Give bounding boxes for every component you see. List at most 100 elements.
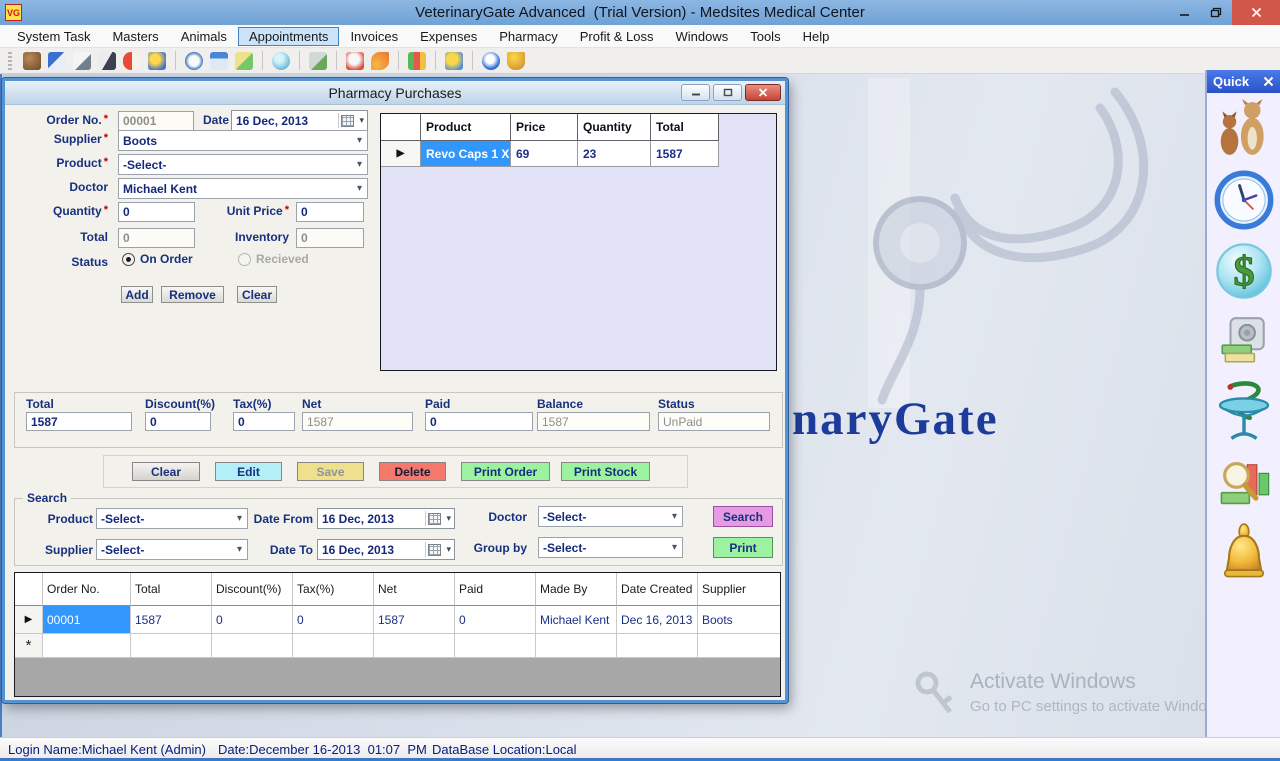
menu-item-system-task[interactable]: System Task <box>6 27 101 46</box>
toolbar-prescription-icon[interactable] <box>73 52 91 70</box>
remove-button[interactable]: Remove <box>161 286 224 303</box>
cell-date-created[interactable]: Dec 16, 2013 <box>617 606 698 634</box>
totals-total-field[interactable] <box>26 412 132 431</box>
menu-item-tools[interactable]: Tools <box>739 27 791 46</box>
toolbar-expenses-icon[interactable] <box>408 52 426 70</box>
menu-item-masters[interactable]: Masters <box>101 27 169 46</box>
toolbar-medicine-icon[interactable] <box>123 52 141 70</box>
cell-discount[interactable]: 0 <box>212 606 293 634</box>
print-stock-button[interactable]: Print Stock <box>561 462 650 481</box>
main-title-bar[interactable]: VG VeterinaryGate Advanced (Trial Versio… <box>0 0 1280 25</box>
column-header-total[interactable]: Total <box>131 573 212 606</box>
clear-button[interactable]: Clear <box>132 462 200 481</box>
menu-item-help[interactable]: Help <box>792 27 841 46</box>
quick-close-icon[interactable] <box>1263 76 1274 87</box>
cell-total[interactable]: 1587 <box>651 141 719 167</box>
search-doctor-dropdown[interactable]: -Select-▾ <box>538 506 683 527</box>
empty-cell[interactable] <box>536 634 617 658</box>
search-button[interactable]: Search <box>713 506 773 527</box>
date-from-picker[interactable]: 16 Dec, 2013 ▾ <box>317 508 455 529</box>
menu-item-invoices[interactable]: Invoices <box>339 27 409 46</box>
column-header-paid[interactable]: Paid <box>455 573 536 606</box>
quick-panel-header[interactable]: Quick <box>1207 70 1280 93</box>
totals-status-field[interactable] <box>658 412 770 431</box>
toolbar-schedule-icon[interactable] <box>210 52 228 70</box>
dialog-close-button[interactable] <box>745 84 781 101</box>
empty-cell[interactable] <box>374 634 455 658</box>
toolbar-returns-icon[interactable] <box>371 52 389 70</box>
orders-grid-new-row[interactable]: * <box>15 634 780 658</box>
toolbar-grooming-icon[interactable] <box>148 52 166 70</box>
quantity-field[interactable] <box>118 202 195 222</box>
menu-item-pharmacy[interactable]: Pharmacy <box>488 27 569 46</box>
cell-order-no[interactable]: 00001 <box>43 606 131 634</box>
dialog-title-bar[interactable]: Pharmacy Purchases <box>5 81 785 105</box>
totals-discount-field[interactable] <box>145 412 211 431</box>
current-row-icon[interactable]: ▶ <box>15 606 43 634</box>
toolbar-inventory-icon[interactable] <box>309 52 327 70</box>
doctor-dropdown[interactable]: Michael Kent▾ <box>118 178 368 199</box>
new-row-icon[interactable]: * <box>15 634 43 658</box>
empty-cell[interactable] <box>131 634 212 658</box>
cell-product[interactable]: Revo Caps 1 X <box>421 141 511 167</box>
group-by-dropdown[interactable]: -Select-▾ <box>538 537 683 558</box>
restore-button[interactable] <box>1200 0 1232 25</box>
empty-cell[interactable] <box>455 634 536 658</box>
toolbar-appointments-icon[interactable] <box>185 52 203 70</box>
cell-supplier[interactable]: Boots <box>698 606 780 634</box>
column-header-discount[interactable]: Discount(%) <box>212 573 293 606</box>
date-picker[interactable]: 16 Dec, 2013 ▾ <box>231 110 368 131</box>
empty-cell[interactable] <box>293 634 374 658</box>
product-dropdown[interactable]: -Select-▾ <box>118 154 368 175</box>
column-header-net[interactable]: Net <box>374 573 455 606</box>
on-order-radio[interactable]: On Order <box>122 252 193 266</box>
empty-cell[interactable] <box>617 634 698 658</box>
column-header-tax[interactable]: Tax(%) <box>293 573 374 606</box>
totals-balance-field[interactable] <box>537 412 650 431</box>
clear-items-button[interactable]: Clear <box>237 286 277 303</box>
column-header-quantity[interactable]: Quantity <box>578 114 651 141</box>
toolbar-payments-icon[interactable] <box>235 52 253 70</box>
column-header-order-no[interactable]: Order No. <box>43 573 131 606</box>
toolbar-clients-icon[interactable] <box>48 52 66 70</box>
column-header-supplier[interactable]: Supplier <box>698 573 780 606</box>
toolbar-help-icon[interactable] <box>482 52 500 70</box>
dialog-maximize-button[interactable] <box>713 84 742 101</box>
print-button[interactable]: Print <box>713 537 773 558</box>
column-header-product[interactable]: Product <box>421 114 511 141</box>
search-product-dropdown[interactable]: -Select-▾ <box>96 508 248 529</box>
quick-reports-icon[interactable] <box>1215 454 1273 512</box>
cell-made-by[interactable]: Michael Kent <box>536 606 617 634</box>
column-header-date-created[interactable]: Date Created <box>617 573 698 606</box>
menu-item-appointments[interactable]: Appointments <box>238 27 340 46</box>
cell-net[interactable]: 1587 <box>374 606 455 634</box>
quick-pets-icon[interactable] <box>1216 99 1272 159</box>
print-order-button[interactable]: Print Order <box>461 462 550 481</box>
quick-billing-icon[interactable]: $ <box>1214 241 1274 301</box>
received-radio[interactable]: Recieved <box>238 252 309 266</box>
current-row-icon[interactable]: ▶ <box>381 141 421 167</box>
close-button[interactable] <box>1232 0 1280 25</box>
edit-button[interactable]: Edit <box>215 462 282 481</box>
empty-cell[interactable] <box>212 634 293 658</box>
cell-quantity[interactable]: 23 <box>578 141 651 167</box>
unit-price-field[interactable] <box>296 202 364 222</box>
total-field[interactable] <box>118 228 195 248</box>
toolbar-reminders-icon[interactable] <box>507 52 525 70</box>
menu-item-animals[interactable]: Animals <box>170 27 238 46</box>
toolbar-reports-icon[interactable] <box>445 52 463 70</box>
column-header-total[interactable]: Total <box>651 114 719 141</box>
toolbar-grip[interactable] <box>8 52 12 70</box>
quick-pharmacy-icon[interactable] <box>1213 379 1275 443</box>
menu-item-windows[interactable]: Windows <box>664 27 739 46</box>
toolbar-animals-icon[interactable] <box>23 52 41 70</box>
empty-cell[interactable] <box>698 634 780 658</box>
cell-total[interactable]: 1587 <box>131 606 212 634</box>
menu-item-expenses[interactable]: Expenses <box>409 27 488 46</box>
menu-item-profit-loss[interactable]: Profit & Loss <box>569 27 665 46</box>
save-button[interactable]: Save <box>297 462 364 481</box>
minimize-button[interactable] <box>1168 0 1200 25</box>
cell-tax[interactable]: 0 <box>293 606 374 634</box>
search-supplier-dropdown[interactable]: -Select-▾ <box>96 539 248 560</box>
cell-price[interactable]: 69 <box>511 141 578 167</box>
